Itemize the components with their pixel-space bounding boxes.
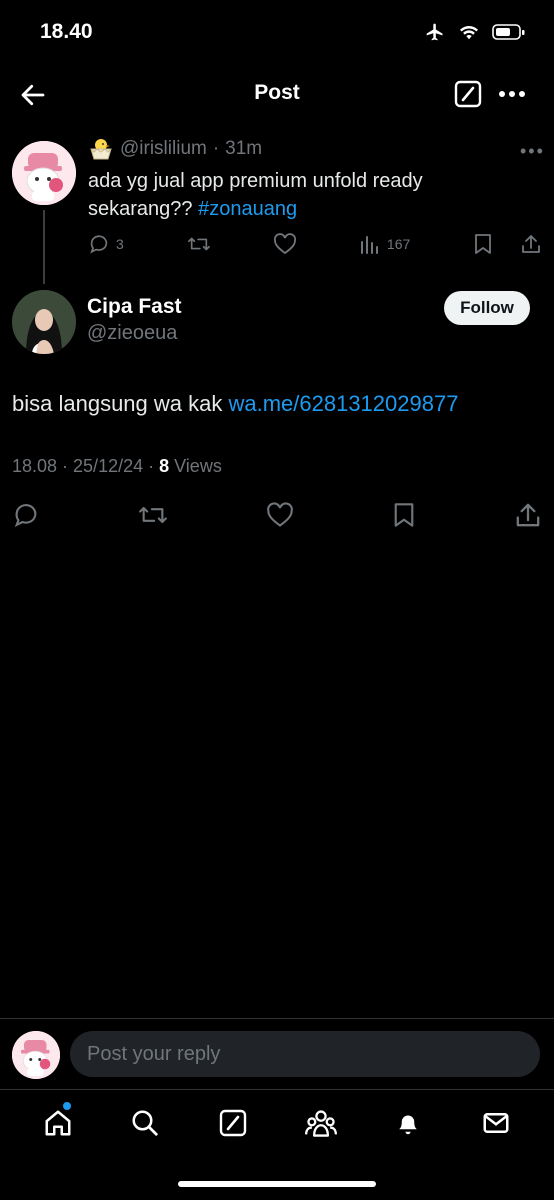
author-name[interactable]: Cipa Fast: [87, 295, 182, 319]
parent-like-button[interactable]: [273, 233, 297, 255]
parent-retweet-button[interactable]: [186, 233, 212, 255]
airplane-icon: [424, 22, 446, 42]
like-icon[interactable]: [266, 502, 294, 528]
reply-input[interactable]: [70, 1031, 540, 1077]
nav-home[interactable]: [33, 1098, 83, 1148]
thread-line: [43, 210, 45, 284]
parent-handle[interactable]: @irislilium: [120, 138, 207, 160]
parent-avatar[interactable]: [12, 141, 76, 205]
bookmark-icon[interactable]: [391, 501, 417, 529]
author-handle[interactable]: @zieoeua: [87, 322, 177, 345]
views-icon: [359, 233, 381, 255]
my-avatar: [12, 1031, 60, 1079]
parent-text: ada yg jual app premium unfold ready sek…: [88, 167, 528, 223]
wa-link[interactable]: wa.me/6281312029877: [228, 391, 458, 416]
share-icon[interactable]: [520, 233, 542, 255]
reply-divider: [0, 1018, 554, 1019]
nav-divider: [0, 1089, 554, 1090]
bookmark-icon[interactable]: [472, 233, 494, 255]
nav-grok[interactable]: [208, 1098, 258, 1148]
search-icon: [130, 1108, 160, 1138]
status-icons: [424, 22, 526, 42]
status-time: 18.40: [40, 20, 93, 43]
parent-reply-button[interactable]: 3: [88, 233, 124, 255]
parent-actions: 3 167: [88, 231, 542, 257]
home-indicator: [178, 1181, 376, 1187]
notifications-icon: [393, 1108, 423, 1138]
tweet-views-count[interactable]: 8: [159, 456, 169, 476]
tweet-views-label: Views: [169, 456, 222, 476]
tweet-meta: 18.08 · 25/12/24 · 8 Views: [12, 456, 222, 477]
tweet-text-main: bisa langsung wa kak: [12, 391, 229, 416]
communities-icon: [304, 1108, 337, 1138]
hashtag-link[interactable]: #zonauang: [198, 198, 297, 220]
like-icon: [273, 233, 297, 255]
author-avatar[interactable]: [12, 290, 76, 354]
views-count: 167: [386, 236, 411, 252]
grok-nav-icon: [219, 1109, 247, 1137]
battery-icon: [492, 23, 526, 41]
reply-icon[interactable]: [12, 501, 40, 529]
messages-icon: [481, 1108, 511, 1138]
main-actions: [12, 500, 542, 530]
reply-count: 3: [116, 236, 124, 252]
home-icon: [43, 1108, 73, 1138]
parent-time: 31m: [225, 138, 263, 159]
parent-meta: @irislilium · 31m: [88, 137, 262, 161]
retweet-icon: [186, 233, 212, 255]
nav-search[interactable]: [120, 1098, 170, 1148]
nav-notifications[interactable]: [383, 1098, 433, 1148]
more-icon[interactable]: [498, 86, 526, 102]
bottom-nav: [0, 1098, 554, 1148]
reply-icon: [88, 233, 110, 255]
time-separator: ·: [212, 138, 220, 159]
wifi-icon: [458, 23, 480, 41]
tweet-timestamp: 18.08 · 25/12/24 ·: [12, 456, 160, 476]
parent-more-icon[interactable]: •••: [520, 141, 545, 162]
follow-button[interactable]: Follow: [444, 291, 530, 325]
nav-communities[interactable]: [296, 1098, 346, 1148]
retweet-icon[interactable]: [137, 501, 169, 529]
parent-views-button[interactable]: 167: [359, 233, 410, 255]
chick-emoji-icon: [88, 137, 114, 161]
tweet-text: bisa langsung wa kak wa.me/6281312029877: [12, 391, 458, 417]
home-notification-dot: [62, 1102, 71, 1110]
share-icon[interactable]: [514, 501, 542, 529]
nav-messages[interactable]: [471, 1098, 521, 1148]
grok-icon[interactable]: [454, 80, 482, 108]
